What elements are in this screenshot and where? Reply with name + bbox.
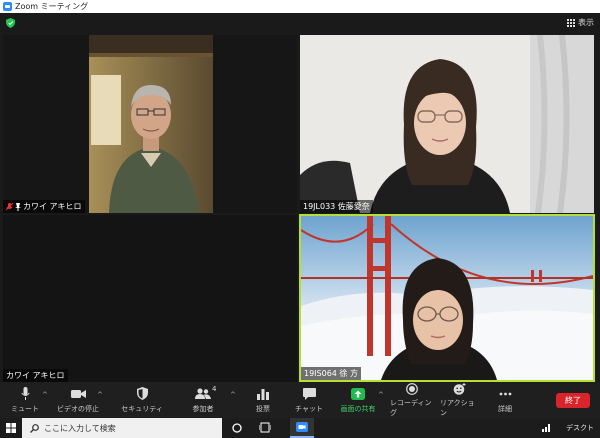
participant-video-1 [89, 35, 213, 213]
participant-tile-2[interactable]: 19JL033 佐藤愛奈 [300, 35, 594, 213]
mute-label: ミュート [11, 404, 39, 413]
security-button[interactable]: セキュリティ [120, 382, 164, 418]
zoom-logo-icon [3, 2, 12, 11]
stop-video-label: ビデオの停止 [57, 404, 99, 413]
participant-namebar-1: カワイ アキヒロ [3, 200, 85, 213]
zoom-app-icon [296, 422, 308, 432]
taskbar-search-box[interactable]: ここに入力して検索 [22, 418, 222, 438]
participant-name-4: 19IS064 徐 方 [304, 369, 358, 378]
participants-count: 4 [212, 384, 217, 393]
participant-video-2 [300, 35, 594, 213]
poll-chart-icon [257, 388, 269, 400]
cortana-circle-icon[interactable] [232, 423, 242, 433]
participant-name-3: カワイ アキヒロ [6, 371, 65, 380]
windows-start-icon[interactable] [6, 423, 16, 433]
share-screen-label: 画面の共有 [340, 404, 376, 413]
participant-tile-1[interactable]: カワイ アキヒロ [3, 35, 297, 213]
audio-options-caret-icon[interactable]: ^ [42, 391, 48, 399]
security-label: セキュリティ [121, 404, 163, 413]
end-label: 終了 [565, 396, 581, 405]
title-bar: Zoom ミーティング [0, 0, 600, 13]
security-shield-icon[interactable] [6, 18, 15, 28]
view-label: 表示 [578, 18, 594, 27]
record-label: レコーディング [390, 399, 432, 417]
participant-namebar-2: 19JL033 佐藤愛奈 [300, 200, 373, 213]
participants-icon [195, 388, 211, 399]
more-label: 詳細 [498, 404, 512, 413]
meeting-toolbar: ミュート ^ ビデオの停止 ^ セキュリティ 4 参加者 ^ 投票 チャット 画… [0, 382, 600, 418]
search-icon [30, 423, 39, 433]
participant-tile-4-active-speaker[interactable]: 19IS064 徐 方 [299, 214, 595, 382]
microphone-icon [20, 387, 30, 400]
reaction-label: リアクション [440, 399, 475, 417]
more-dots-icon [499, 392, 511, 395]
task-view-icon[interactable] [259, 422, 271, 433]
end-meeting-button[interactable]: 終了 [556, 393, 590, 408]
search-placeholder: ここに入力して検索 [44, 423, 116, 433]
mute-button[interactable]: ミュート [10, 382, 40, 418]
desktop-label[interactable]: デスクト [566, 423, 594, 433]
share-options-caret-icon[interactable]: ^ [378, 391, 384, 399]
chat-label: チャット [295, 404, 323, 413]
reaction-button[interactable]: リアクション [440, 382, 478, 418]
zoom-window: Zoom ミーティング 表示 カワイ アキヒロ 19JL033 佐藤愛奈 カワイ… [0, 0, 600, 438]
record-button[interactable]: レコーディング [390, 382, 434, 418]
participants-label: 参加者 [192, 404, 214, 413]
share-screen-arrow-icon [351, 387, 365, 400]
grid-view-icon [567, 18, 575, 27]
pin-icon [15, 202, 21, 211]
chat-button[interactable]: チャット [294, 382, 324, 418]
participant-namebar-4: 19IS064 徐 方 [301, 367, 361, 380]
participant-name-2: 19JL033 佐藤愛奈 [303, 202, 370, 211]
chat-bubble-icon [302, 387, 316, 400]
more-button[interactable]: 詳細 [492, 382, 518, 418]
participant-tile-3[interactable]: カワイ アキヒロ [3, 215, 297, 382]
network-icon[interactable] [542, 422, 552, 432]
participant-video-4 [301, 216, 593, 380]
poll-button[interactable]: 投票 [250, 382, 276, 418]
muted-mic-icon [6, 202, 13, 210]
view-button[interactable]: 表示 [567, 17, 594, 28]
participant-namebar-3: カワイ アキヒロ [3, 369, 68, 382]
window-title: Zoom ミーティング [15, 2, 89, 11]
video-options-caret-icon[interactable]: ^ [97, 391, 103, 399]
stop-video-button[interactable]: ビデオの停止 [56, 382, 100, 418]
zoom-taskbar-app[interactable] [290, 418, 314, 438]
participant-name-1: カワイ アキヒロ [23, 202, 82, 211]
participants-button[interactable]: 4 参加者 [186, 382, 220, 418]
reaction-smiley-icon [453, 382, 465, 395]
participants-options-caret-icon[interactable]: ^ [230, 391, 236, 399]
share-screen-button[interactable]: 画面の共有 [338, 382, 378, 418]
poll-label: 投票 [256, 404, 270, 413]
video-camera-icon [70, 389, 86, 398]
record-icon [406, 382, 418, 395]
security-shield-outline-icon [136, 387, 148, 400]
